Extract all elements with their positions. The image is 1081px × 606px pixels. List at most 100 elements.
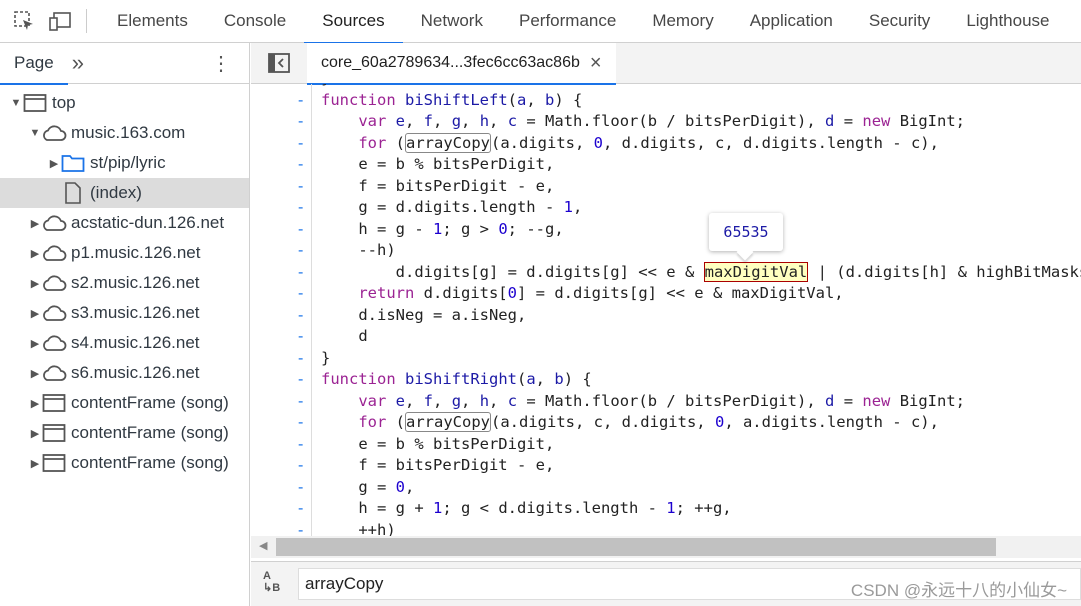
expand-arrow-icon[interactable]: ▼ [10,97,22,109]
code-token: b [554,370,564,388]
code-line: - h = g + 1; g < d.digits.length - 1; ++… [251,498,1081,520]
code-token: return [358,284,424,302]
tree-item[interactable]: ▶ st/pip/lyric [0,148,249,178]
gutter-mark: - [296,305,306,324]
code-token: = [834,112,863,130]
tab-sources[interactable]: Sources [304,0,404,44]
tab-application[interactable]: Application [732,0,851,43]
code-line: - d.digits[g] = d.digits[g] << e & maxDi… [251,261,1081,284]
gutter-mark: - [296,391,306,410]
code-token: , [433,112,452,130]
collapse-arrow-icon[interactable]: ▶ [29,457,41,470]
tree-item[interactable]: ▼ music.163.com [0,118,249,148]
tree-item[interactable]: ▶ acstatic-dun.126.net [0,208,249,238]
collapse-arrow-icon[interactable]: ▶ [48,157,60,170]
code-line: - h = g - 1; g > 0; --g, [251,219,1081,241]
tab-page[interactable]: Page [0,43,68,85]
tab-network[interactable]: Network [403,0,501,43]
collapse-arrow-icon[interactable]: ▶ [29,367,41,380]
tree-item[interactable]: ▶ s3.music.126.net [0,298,249,328]
code-token: ( [395,413,405,431]
collapse-arrow-icon[interactable]: ▶ [29,337,41,350]
folder-icon [60,152,86,174]
divider [86,9,87,33]
gutter-mark: - [296,477,306,496]
collapse-arrow-icon[interactable]: ▶ [29,427,41,440]
code-line: - function biShiftRight(a, b) { [251,369,1081,391]
gutter-mark: - [296,90,306,109]
code-token: , [489,391,508,410]
close-icon[interactable]: × [590,52,602,75]
code-token: 1 [666,499,676,517]
collapse-arrow-icon[interactable]: ▶ [29,397,41,410]
toggle-navigator-icon[interactable] [251,53,307,73]
scroll-left-icon[interactable]: ◀ [259,539,267,552]
tab-security[interactable]: Security [851,0,948,43]
search-bar: A ↳B arrayCopy CSDN @永远十八的小仙女~ [251,561,1081,606]
case-sensitive-icon[interactable]: A ↳B [263,570,280,594]
horizontal-scrollbar[interactable]: ◀ [251,536,1081,558]
tab-lighthouse[interactable]: Lighthouse [948,0,1067,43]
code-token: 1 [563,198,573,216]
gutter-mark: - [296,133,306,152]
code-token: BigInt; [899,391,966,410]
tab-console[interactable]: Console [206,0,304,43]
code-token: c [507,112,518,130]
code-token: function [321,370,405,388]
file-tab[interactable]: core_60a2789634...3fec6cc63ac86b × [307,42,616,85]
code-token: --h) [321,241,396,259]
search-match: arrayCopy [405,132,491,153]
tree-item[interactable]: ▶ contentFrame (song) [0,388,249,418]
code-line: -} [251,348,1081,370]
code-text: e = b % bitsPerDigit, [321,154,554,176]
gutter-mark: - [296,219,306,238]
collapse-arrow-icon[interactable]: ▶ [29,217,41,230]
code-token: b [545,90,555,109]
cloud-icon [41,362,67,384]
tree-item[interactable]: ▶ s6.music.126.net [0,358,249,388]
code-token: , [572,198,583,216]
code-line: - var e, f, g, h, c = Math.floor(b / bit… [251,111,1081,133]
collapse-arrow-icon[interactable]: ▶ [29,307,41,320]
scrollbar-thumb[interactable] [276,538,996,556]
expand-arrow-icon[interactable]: ▼ [29,127,41,139]
more-tabs-icon[interactable]: » [72,50,84,76]
code-token: 0 [395,477,405,496]
tab-elements[interactable]: Elements [99,0,206,43]
code-editor[interactable]: }-function biShiftLeft(a, b) {- var e, f… [251,84,1081,536]
inspect-element-icon[interactable] [12,9,36,33]
tree-item[interactable]: ▶ s2.music.126.net [0,268,249,298]
collapse-arrow-icon[interactable]: ▶ [29,277,41,290]
tree-item[interactable]: ▶ p1.music.126.net [0,238,249,268]
gutter-mark: - [296,241,306,259]
code-token: = Math.floor(b / bitsPerDigit), [517,391,826,410]
tree-item-label: st/pip/lyric [90,153,166,172]
code-text: } [321,348,330,370]
tree-item-label: s2.music.126.net [71,273,200,292]
code-token: } [321,84,330,87]
code-token: for [358,133,396,152]
tree-item[interactable]: ▼ top [0,88,249,118]
code-text: g = d.digits.length - 1, [321,197,582,219]
code-token: , d.digits, c, d.digits.length - c), [603,133,939,152]
code-token: , [461,391,480,410]
tab-performance[interactable]: Performance [501,0,634,43]
code-token: 0 [714,413,725,431]
device-toolbar-icon[interactable] [48,9,72,33]
code-token: ; g < d.digits.length - [442,499,667,517]
tree-item[interactable]: ▶ s4.music.126.net [0,328,249,358]
code-token: , [405,391,424,410]
tree-item[interactable]: ▶ contentFrame (song) [0,448,249,478]
code-token: d [321,327,368,345]
code-token: (a.digits, [491,133,594,152]
gutter-mark: - [296,198,306,216]
code-token: g = [321,477,396,496]
code-token: ; --g, [507,219,564,238]
collapse-arrow-icon[interactable]: ▶ [29,247,41,260]
tree-item[interactable]: (index) [0,178,249,208]
menu-dots-icon[interactable]: ⋮ [211,51,231,76]
code-token: 0 [507,284,517,302]
gutter-mark: - [296,370,306,388]
tree-item[interactable]: ▶ contentFrame (song) [0,418,249,448]
tab-memory[interactable]: Memory [634,0,731,43]
